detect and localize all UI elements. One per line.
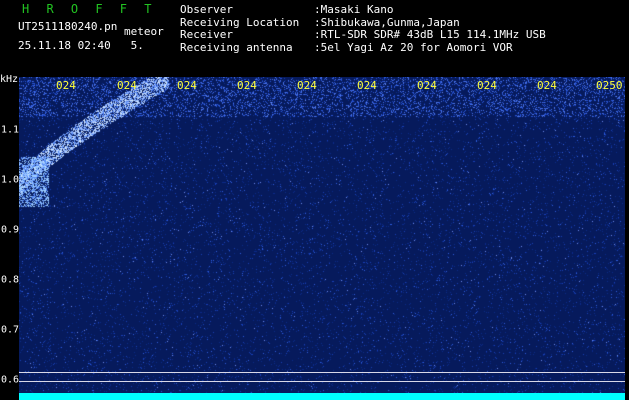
meta-row-receiver: Receiver :RTL-SDR SDR# 43dB L15 114.1MHz… <box>180 28 546 42</box>
time-tick-label: 024 <box>417 79 437 92</box>
reference-line <box>19 381 625 382</box>
baseline-strip <box>19 393 625 400</box>
meta-key: Observer <box>180 3 233 16</box>
header-panel: H R O F F T UT2511180240.pn meteor 25.11… <box>0 0 629 74</box>
meteor-label: meteor <box>124 25 164 38</box>
time-tick-label: 024 <box>297 79 317 92</box>
meta-key: Receiving antenna <box>180 40 293 54</box>
y-tick-label: 0.9 <box>1 224 20 236</box>
file-name: UT2511180240.pn <box>18 20 118 33</box>
meta-row-antenna: Receiving antenna :5el Yagi Az 20 for Ao… <box>180 40 546 55</box>
y-tick-label: 0.7 <box>1 324 20 336</box>
spectrogram-plot <box>19 77 625 394</box>
meta-value: :RTL-SDR SDR# 43dB L15 114.1MHz USB <box>314 28 546 41</box>
datetime-readout: 25.11.18 02:40 5. <box>18 39 144 52</box>
station-info: Observer :Masaki Kano Receiving Location… <box>180 3 546 55</box>
time-tick-label: 0250 <box>596 79 623 92</box>
reference-line <box>19 372 625 373</box>
time-tick-label: 024 <box>537 79 557 92</box>
time-tick-label: 024 <box>237 79 257 92</box>
y-tick-label: 1.1 <box>1 124 20 136</box>
y-tick-label: 0.8 <box>1 274 20 286</box>
meta-key: Receiver <box>180 28 233 41</box>
y-tick-label: 0.6 <box>1 374 20 386</box>
meta-row-observer: Observer :Masaki Kano <box>180 3 546 17</box>
frequency-unit-label: kHz <box>0 74 19 85</box>
meta-value: :Masaki Kano <box>314 3 394 16</box>
meta-value: :5el Yagi Az 20 for Aomori VOR <box>314 40 513 54</box>
y-tick-label: 1.0 <box>1 174 20 186</box>
time-tick-label: 024 <box>357 79 377 92</box>
spectrogram-canvas <box>19 77 625 394</box>
time-tick-label: 024 <box>177 79 197 92</box>
time-tick-label: 024 <box>56 79 76 92</box>
time-tick-label: 024 <box>117 79 137 92</box>
brand-title: H R O F F T <box>22 2 157 16</box>
time-tick-label: 024 <box>477 79 497 92</box>
